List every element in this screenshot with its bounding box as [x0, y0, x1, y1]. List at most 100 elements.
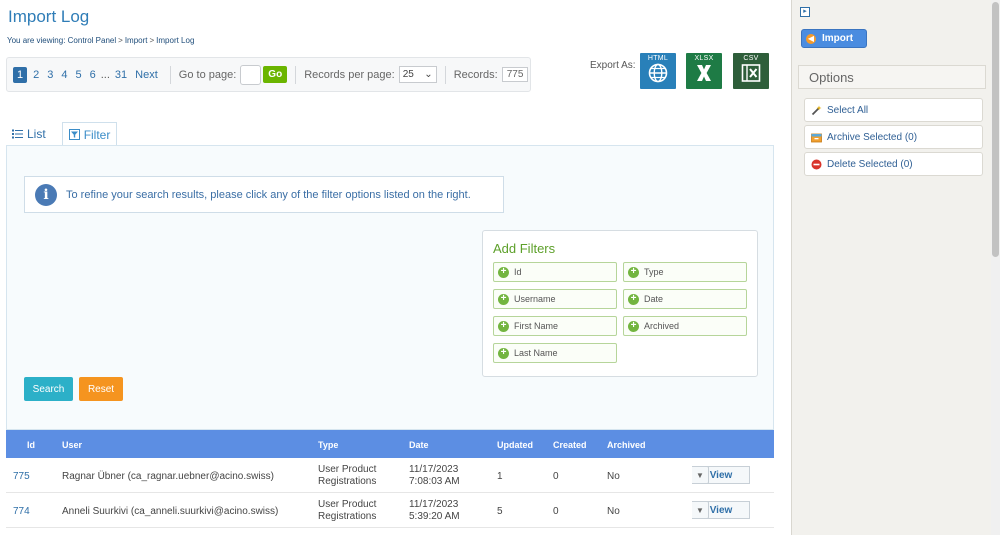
row-date-line1: 11/17/2023 — [409, 499, 459, 510]
breadcrumb-prefix: You are viewing: — [7, 36, 66, 45]
add-filters-title: Add Filters — [493, 241, 556, 256]
page-link-4[interactable]: 4 — [61, 69, 67, 81]
page-link-3[interactable]: 3 — [47, 69, 53, 81]
export-csv-button[interactable]: CSV — [733, 53, 769, 89]
import-button[interactable]: ◀ Import — [801, 29, 867, 48]
spreadsheet-icon — [741, 64, 761, 82]
row-date: 11/17/2023 5:39:20 AM — [409, 499, 460, 523]
vertical-scrollbar[interactable] — [991, 0, 1000, 535]
tab-list-label: List — [27, 127, 46, 141]
row-created: 0 — [553, 471, 559, 482]
info-message: i To refine your search results, please … — [24, 176, 504, 213]
search-button[interactable]: Search — [24, 377, 73, 401]
scrollbar-thumb[interactable] — [992, 2, 999, 257]
goto-label: Go to page: — [178, 68, 237, 81]
divider — [169, 65, 171, 84]
records-per-page-select[interactable]: 25 ⌄ — [398, 66, 437, 83]
page-ellipsis: ... — [100, 68, 110, 81]
export-html-button[interactable]: HTML — [640, 53, 676, 89]
page-link-5[interactable]: 5 — [76, 69, 82, 81]
select-all-label: Select All — [827, 104, 869, 116]
chevron-down-icon[interactable]: ▼ — [692, 501, 709, 519]
breadcrumb-import[interactable]: Import — [125, 36, 148, 45]
breadcrumb-control-panel[interactable]: Control Panel — [68, 36, 116, 45]
export-csv-label: CSV — [743, 55, 759, 62]
column-header-created[interactable]: Created — [553, 440, 587, 450]
filter-option-label: Archived — [644, 321, 680, 331]
export-html-label: HTML — [647, 55, 669, 62]
row-type-line1: User Product — [318, 499, 377, 510]
row-type-line2: Registrations — [318, 476, 377, 487]
row-type: User Product Registrations — [318, 464, 376, 488]
row-date-line2: 5:39:20 AM — [409, 511, 460, 522]
row-updated: 1 — [497, 471, 503, 482]
delete-selected-option[interactable]: Delete Selected (0) — [804, 152, 983, 176]
select-all-option[interactable]: Select All — [804, 98, 983, 122]
go-button[interactable]: Go — [263, 66, 288, 83]
page-link-6[interactable]: 6 — [90, 69, 96, 81]
options-header: Options — [798, 65, 986, 89]
row-created: 0 — [553, 506, 559, 517]
archive-icon — [811, 133, 822, 142]
filter-option-id[interactable]: + Id — [493, 262, 617, 282]
export-xlsx-button[interactable]: XLSX — [686, 53, 722, 89]
page-link-1[interactable]: 1 — [13, 66, 28, 83]
filter-option-archived[interactable]: + Archived — [623, 316, 747, 336]
next-page-link[interactable]: Next — [135, 69, 158, 81]
delete-icon — [811, 159, 822, 169]
add-filters-box: Add Filters + Id + Type + Username + Date + F… — [482, 230, 758, 377]
chevron-down-icon[interactable]: ▼ — [692, 466, 709, 484]
row-archived: No — [607, 506, 620, 517]
filter-option-username[interactable]: + Username — [493, 289, 617, 309]
divider — [444, 65, 446, 84]
info-icon: i — [35, 183, 57, 206]
column-header-id[interactable]: Id — [27, 440, 35, 450]
page-link-last[interactable]: 31 — [115, 69, 127, 81]
wand-icon — [811, 105, 822, 115]
page-link-2[interactable]: 2 — [33, 69, 39, 81]
records-per-page-label: Records per page: — [304, 68, 395, 81]
filter-option-first-name[interactable]: + First Name — [493, 316, 617, 336]
row-id-link[interactable]: 774 — [13, 506, 30, 517]
column-header-user[interactable]: User — [62, 440, 82, 450]
filter-icon — [68, 129, 80, 140]
chevron-down-icon: ⌄ — [424, 69, 433, 80]
filter-option-label: First Name — [514, 321, 559, 331]
reset-button[interactable]: Reset — [79, 377, 123, 401]
goto-page-input[interactable] — [240, 64, 262, 85]
excel-icon — [697, 65, 711, 81]
column-header-updated[interactable]: Updated — [497, 440, 533, 450]
row-type-line1: User Product — [318, 464, 377, 475]
filter-option-type[interactable]: + Type — [623, 262, 747, 282]
breadcrumb-import-log[interactable]: Import Log — [156, 36, 194, 45]
plus-icon: + — [628, 320, 639, 332]
filter-option-date[interactable]: + Date — [623, 289, 747, 309]
filter-option-label: Username — [514, 294, 556, 304]
tab-list[interactable]: List — [6, 122, 52, 146]
row-id-link[interactable]: 775 — [13, 471, 30, 482]
collapse-sidebar-icon[interactable]: ▸ — [800, 7, 810, 17]
column-header-archived[interactable]: Archived — [607, 440, 646, 450]
plus-icon: + — [498, 266, 509, 278]
back-arrow-icon: ◀ — [806, 33, 816, 44]
divider — [295, 65, 297, 84]
column-header-type[interactable]: Type — [318, 440, 338, 450]
main-content: Import Log You are viewing: Control Pane… — [0, 0, 791, 535]
filter-option-label: Type — [644, 267, 664, 277]
archive-selected-option[interactable]: Archive Selected (0) — [804, 125, 983, 149]
records-per-page-value: 25 — [402, 69, 414, 80]
row-date-line1: 11/17/2023 — [409, 464, 459, 475]
filter-option-label: Date — [644, 294, 664, 304]
row-updated: 5 — [497, 506, 503, 517]
row-user: Ragnar Übner (ca_ragnar.uebner@acino.swi… — [62, 471, 274, 482]
filter-option-last-name[interactable]: + Last Name — [493, 343, 617, 363]
row-date: 11/17/2023 7:08:03 AM — [409, 464, 460, 488]
table-row: 775 Ragnar Übner (ca_ragnar.uebner@acino… — [6, 458, 774, 493]
view-tabs: List Filter — [6, 122, 118, 146]
filter-option-label: Id — [514, 267, 522, 277]
import-button-label: Import — [822, 33, 854, 44]
page-title: Import Log — [8, 7, 90, 26]
tab-filter[interactable]: Filter — [61, 122, 118, 146]
tab-filter-label: Filter — [83, 127, 111, 142]
column-header-date[interactable]: Date — [409, 440, 429, 450]
